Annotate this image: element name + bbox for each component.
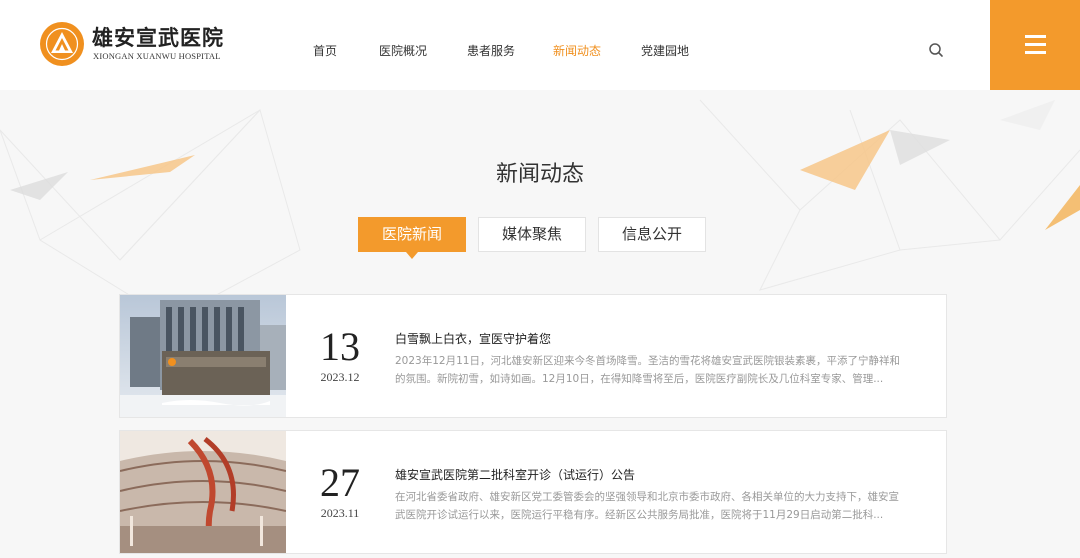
news-item[interactable]: 13 2023.12 白雪飘上白衣，宣医守护着您 2023年12月11日，河北雄… bbox=[119, 294, 947, 418]
hamburger-menu-icon bbox=[1025, 35, 1046, 38]
news-title[interactable]: 白雪飘上白衣，宣医守护着您 bbox=[395, 330, 915, 347]
news-summary: 2023年12月11日，河北雄安新区迎来今冬首场降雪。圣洁的雪花将雄安宣武医院银… bbox=[395, 355, 900, 385]
nav-item-home[interactable]: 首页 bbox=[313, 42, 337, 59]
menu-button[interactable] bbox=[990, 0, 1080, 90]
news-title[interactable]: 雄安宣武医院第二批科室开诊（试运行）公告 bbox=[395, 466, 915, 483]
nav-item-patient-service[interactable]: 患者服务 bbox=[467, 42, 515, 59]
search-icon[interactable] bbox=[927, 41, 945, 59]
news-item[interactable]: 27 2023.11 雄安宣武医院第二批科室开诊（试运行）公告 在河北省委省政府… bbox=[119, 430, 947, 554]
nav-item-news[interactable]: 新闻动态 bbox=[553, 42, 601, 59]
news-date-month: 2023.12 bbox=[320, 370, 360, 384]
logo-subtitle: XIONGAN XUANWU HOSPITAL bbox=[93, 51, 221, 61]
news-date-month: 2023.11 bbox=[320, 506, 360, 520]
logo-emblem-icon bbox=[40, 22, 84, 66]
news-date-day: 13 bbox=[320, 324, 360, 369]
news-summary: 在河北省委省政府、雄安新区党工委管委会的坚强领导和北京市委市政府、各相关单位的大… bbox=[395, 491, 899, 521]
hospital-building-snow-image bbox=[120, 295, 286, 417]
hospital-atrium-interior-image bbox=[120, 431, 286, 553]
tab-media-focus[interactable]: 媒体聚焦 bbox=[478, 217, 586, 252]
logo-title: 雄安宣武医院 bbox=[92, 26, 224, 50]
section-title: 新闻动态 bbox=[495, 162, 584, 187]
nav-item-about[interactable]: 医院概况 bbox=[379, 42, 427, 59]
tab-info-disclosure[interactable]: 信息公开 bbox=[598, 217, 706, 252]
tab-hospital-news[interactable]: 医院新闻 bbox=[358, 217, 466, 259]
news-tabs: 医院新闻 媒体聚焦 信息公开 bbox=[0, 217, 1080, 259]
news-date-day: 27 bbox=[320, 460, 360, 505]
nav-item-party-building[interactable]: 党建园地 bbox=[641, 42, 689, 59]
hospital-logo[interactable]: 雄安宣武医院 XIONGAN XUANWU HOSPITAL bbox=[40, 20, 230, 68]
site-header: 雄安宣武医院 XIONGAN XUANWU HOSPITAL 首页 医院概况 患… bbox=[0, 0, 1080, 90]
